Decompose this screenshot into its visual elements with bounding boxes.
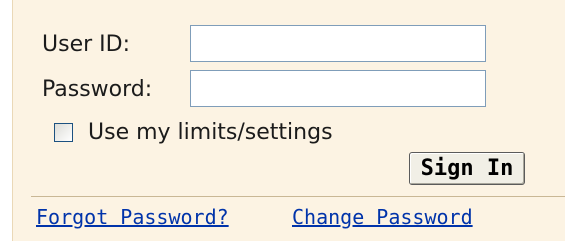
- user-id-input[interactable]: [190, 25, 486, 62]
- sign-in-button[interactable]: Sign In: [409, 152, 525, 185]
- change-password-link[interactable]: Change Password: [292, 204, 473, 230]
- password-input[interactable]: [190, 70, 486, 107]
- password-label: Password:: [42, 77, 153, 102]
- login-panel: User ID: Password: Use my limits/setting…: [12, 0, 565, 241]
- use-settings-checkbox[interactable]: [54, 123, 73, 142]
- user-id-label: User ID:: [42, 32, 130, 57]
- use-settings-label[interactable]: Use my limits/settings: [88, 120, 333, 146]
- forgot-password-link[interactable]: Forgot Password?: [36, 204, 229, 230]
- divider: [31, 196, 565, 197]
